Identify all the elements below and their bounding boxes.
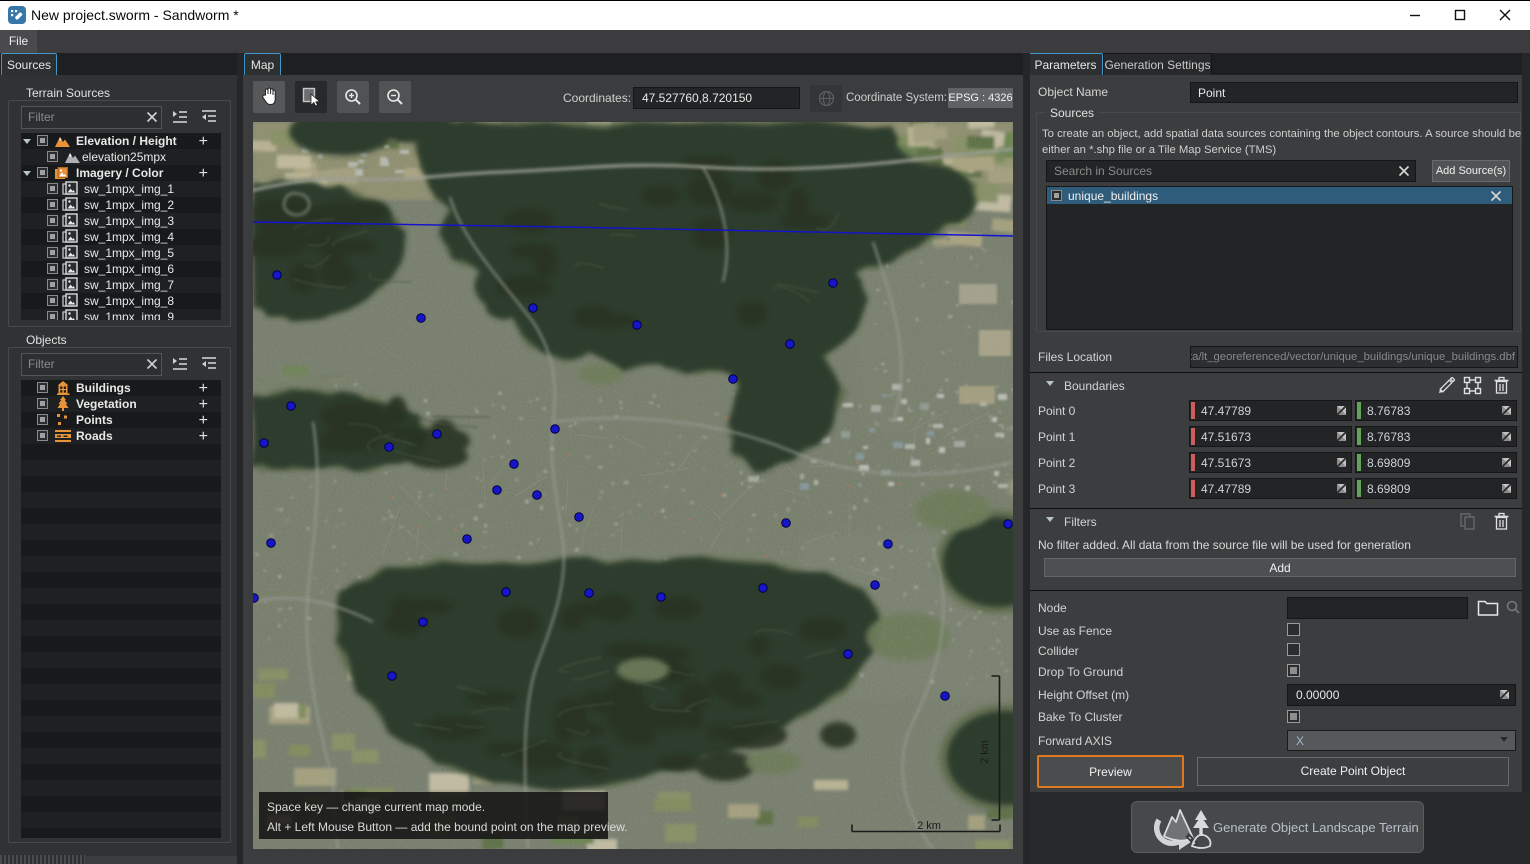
svg-text:2 km: 2 km bbox=[917, 820, 941, 832]
svg-text:2 km: 2 km bbox=[979, 740, 991, 764]
